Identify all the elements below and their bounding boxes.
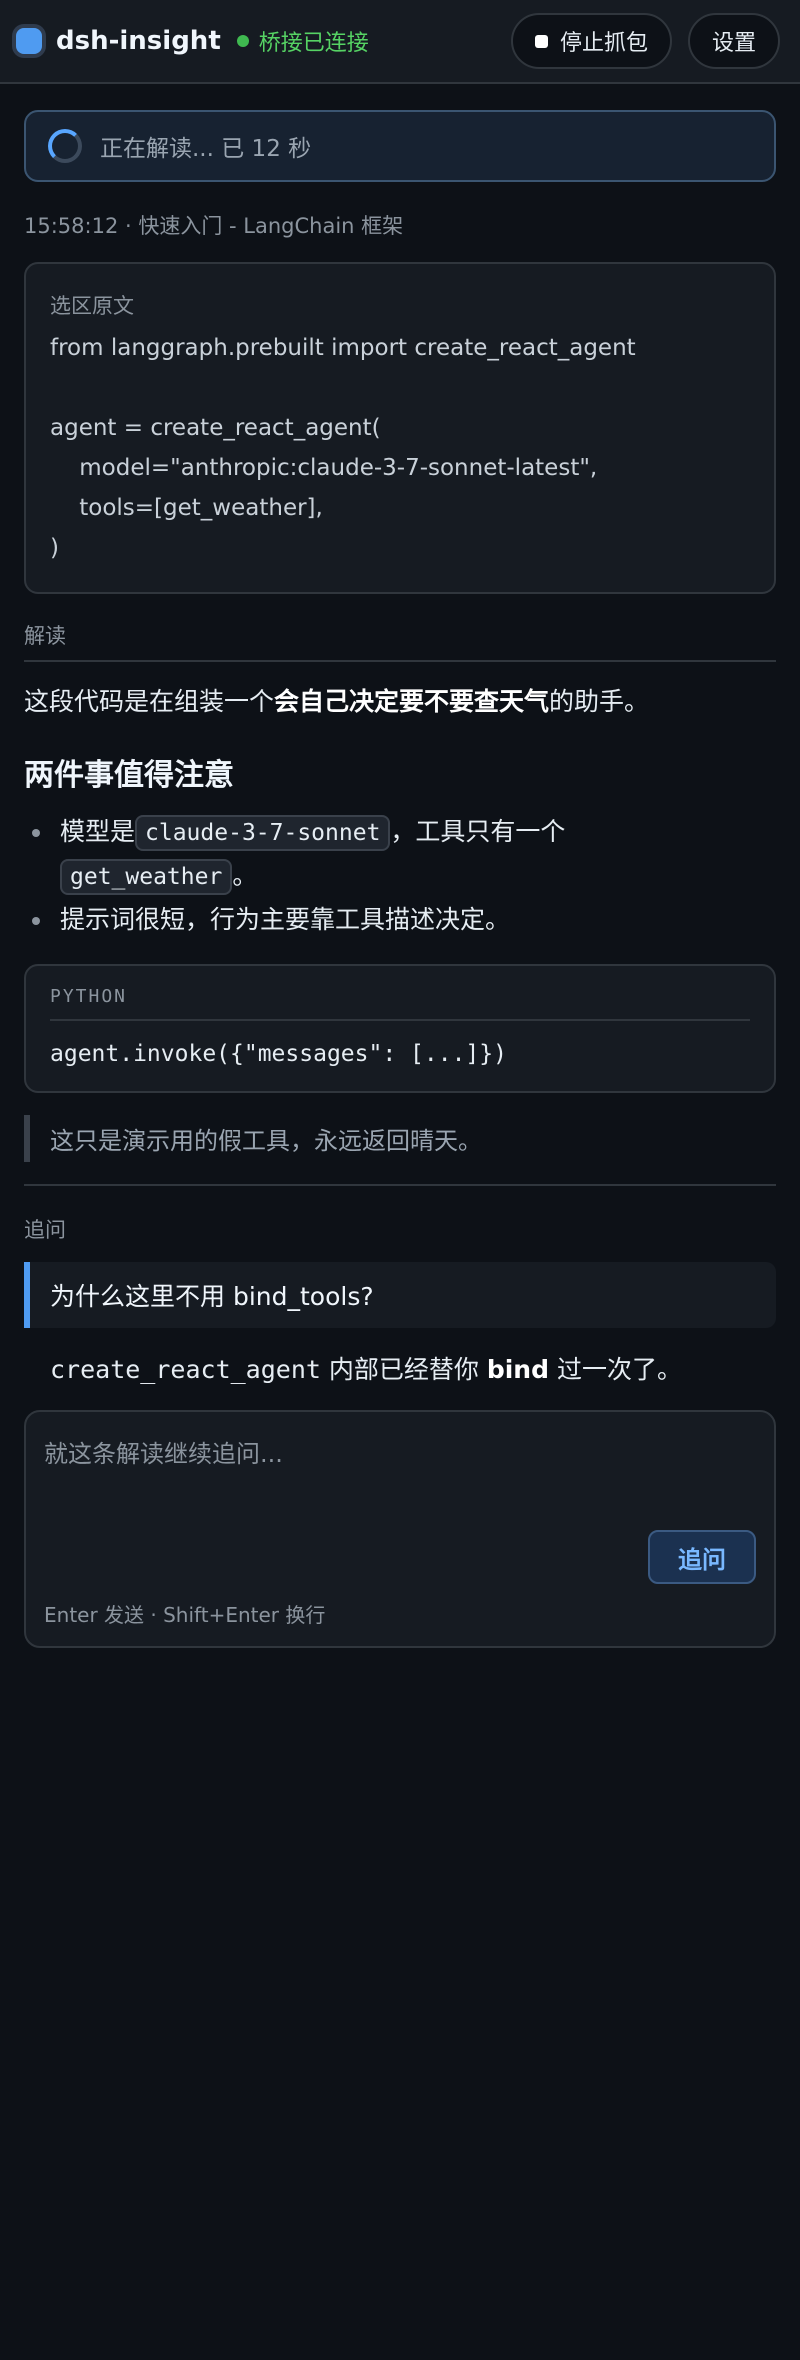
code-block: PYTHON agent.invoke({"messages": [...]}) <box>24 964 776 1093</box>
intro-text: 这段代码是在组装一个 <box>24 687 275 716</box>
intro-text-end: 的助手。 <box>549 687 650 716</box>
timestamp-meta: 15:58:12 · 快速入门 - LangChain 框架 <box>24 214 404 238</box>
followup-input-card: 就这条解读继续追问... 追问 Enter 发送 · Shift+Enter 换… <box>24 1410 776 1648</box>
followup-input[interactable]: 就这条解读继续追问... <box>44 1434 756 1469</box>
source-line: ) <box>50 535 59 561</box>
notes-list: 模型是 claude-3-7-sonnet ，工具只有一个 get_weather。 … <box>24 810 776 942</box>
bullet-text: 模型是 <box>60 817 136 846</box>
answer-emphasis: bind <box>486 1355 550 1384</box>
stop-capture-label: 停止抓包 <box>559 31 648 56</box>
inline-code-tool: get_weather <box>60 859 233 895</box>
section-divider <box>24 1184 776 1186</box>
source-line: model="anthropic:claude-3-7-sonnet-lates… <box>50 455 598 481</box>
app-header: dsh-insight 桥接已连接 停止抓包 设置 <box>0 0 800 84</box>
notes-heading: 两件事值得注意 <box>24 758 234 793</box>
code-snippet: agent.invoke({"messages": [...]}) <box>50 1041 507 1067</box>
source-label: 选区原文 <box>50 294 134 318</box>
interpretation-label: 解读 <box>24 620 776 662</box>
interpretation-intro: 这段代码是在组装一个会自己决定要不要查天气的助手。 <box>24 684 776 720</box>
bullet-text: ，工具只有一个 <box>390 817 566 846</box>
settings-button[interactable]: 设置 <box>687 13 780 69</box>
app-logo-icon <box>16 28 42 54</box>
source-line: agent = create_react_agent( <box>50 415 381 441</box>
parse-status-card: 正在解读... 已 12 秒 <box>24 110 776 182</box>
brand: dsh-insight 桥接已连接 <box>16 25 369 57</box>
followup-label: 追问 <box>24 1218 66 1242</box>
stop-capture-button[interactable]: 停止抓包 <box>510 13 672 69</box>
status-dot-icon <box>236 35 249 47</box>
header-actions: 停止抓包 设置 <box>495 13 780 69</box>
keyboard-hint: Enter 发送 · Shift+Enter 换行 <box>44 1603 326 1627</box>
list-item: 提示词很短，行为主要靠工具描述决定。 <box>24 898 776 942</box>
source-line: from langgraph.prebuilt import create_re… <box>50 335 636 361</box>
source-line <box>50 368 750 408</box>
blockquote: 这只是演示用的假工具，永远返回晴天。 <box>24 1115 776 1162</box>
parse-status-text: 正在解读... 已 12 秒 <box>100 136 312 162</box>
stop-icon <box>534 34 548 48</box>
followup-question: 为什么这里不用 bind_tools? <box>24 1262 776 1328</box>
source-line: tools=[get_weather], <box>50 495 323 521</box>
connection-status: 桥接已连接 <box>236 25 369 57</box>
answer-text-end: 过一次了。 <box>549 1355 682 1384</box>
intro-emphasis: 会自己决定要不要查天气 <box>274 687 550 716</box>
followup-answer: create_react_agent 内部已经替你 bind 过一次了。 <box>24 1352 776 1388</box>
inline-code-model: claude-3-7-sonnet <box>135 815 391 851</box>
code-language-label: PYTHON <box>50 986 750 1021</box>
app-title: dsh-insight <box>56 26 221 56</box>
bullet-text: 。 <box>232 861 258 890</box>
send-followup-button[interactable]: 追问 <box>648 1530 756 1584</box>
list-item: 模型是 claude-3-7-sonnet ，工具只有一个 get_weather。 <box>24 810 776 898</box>
answer-text: 内部已经替你 <box>320 1355 487 1384</box>
main-content: 正在解读... 已 12 秒 15:58:12 · 快速入门 - LangCha… <box>0 110 800 1648</box>
loading-spinner-icon <box>48 129 82 163</box>
source-selection-card: 选区原文 from langgraph.prebuilt import crea… <box>24 262 776 594</box>
connection-status-text: 桥接已连接 <box>258 31 369 56</box>
answer-inline-code: create_react_agent <box>50 1355 321 1384</box>
